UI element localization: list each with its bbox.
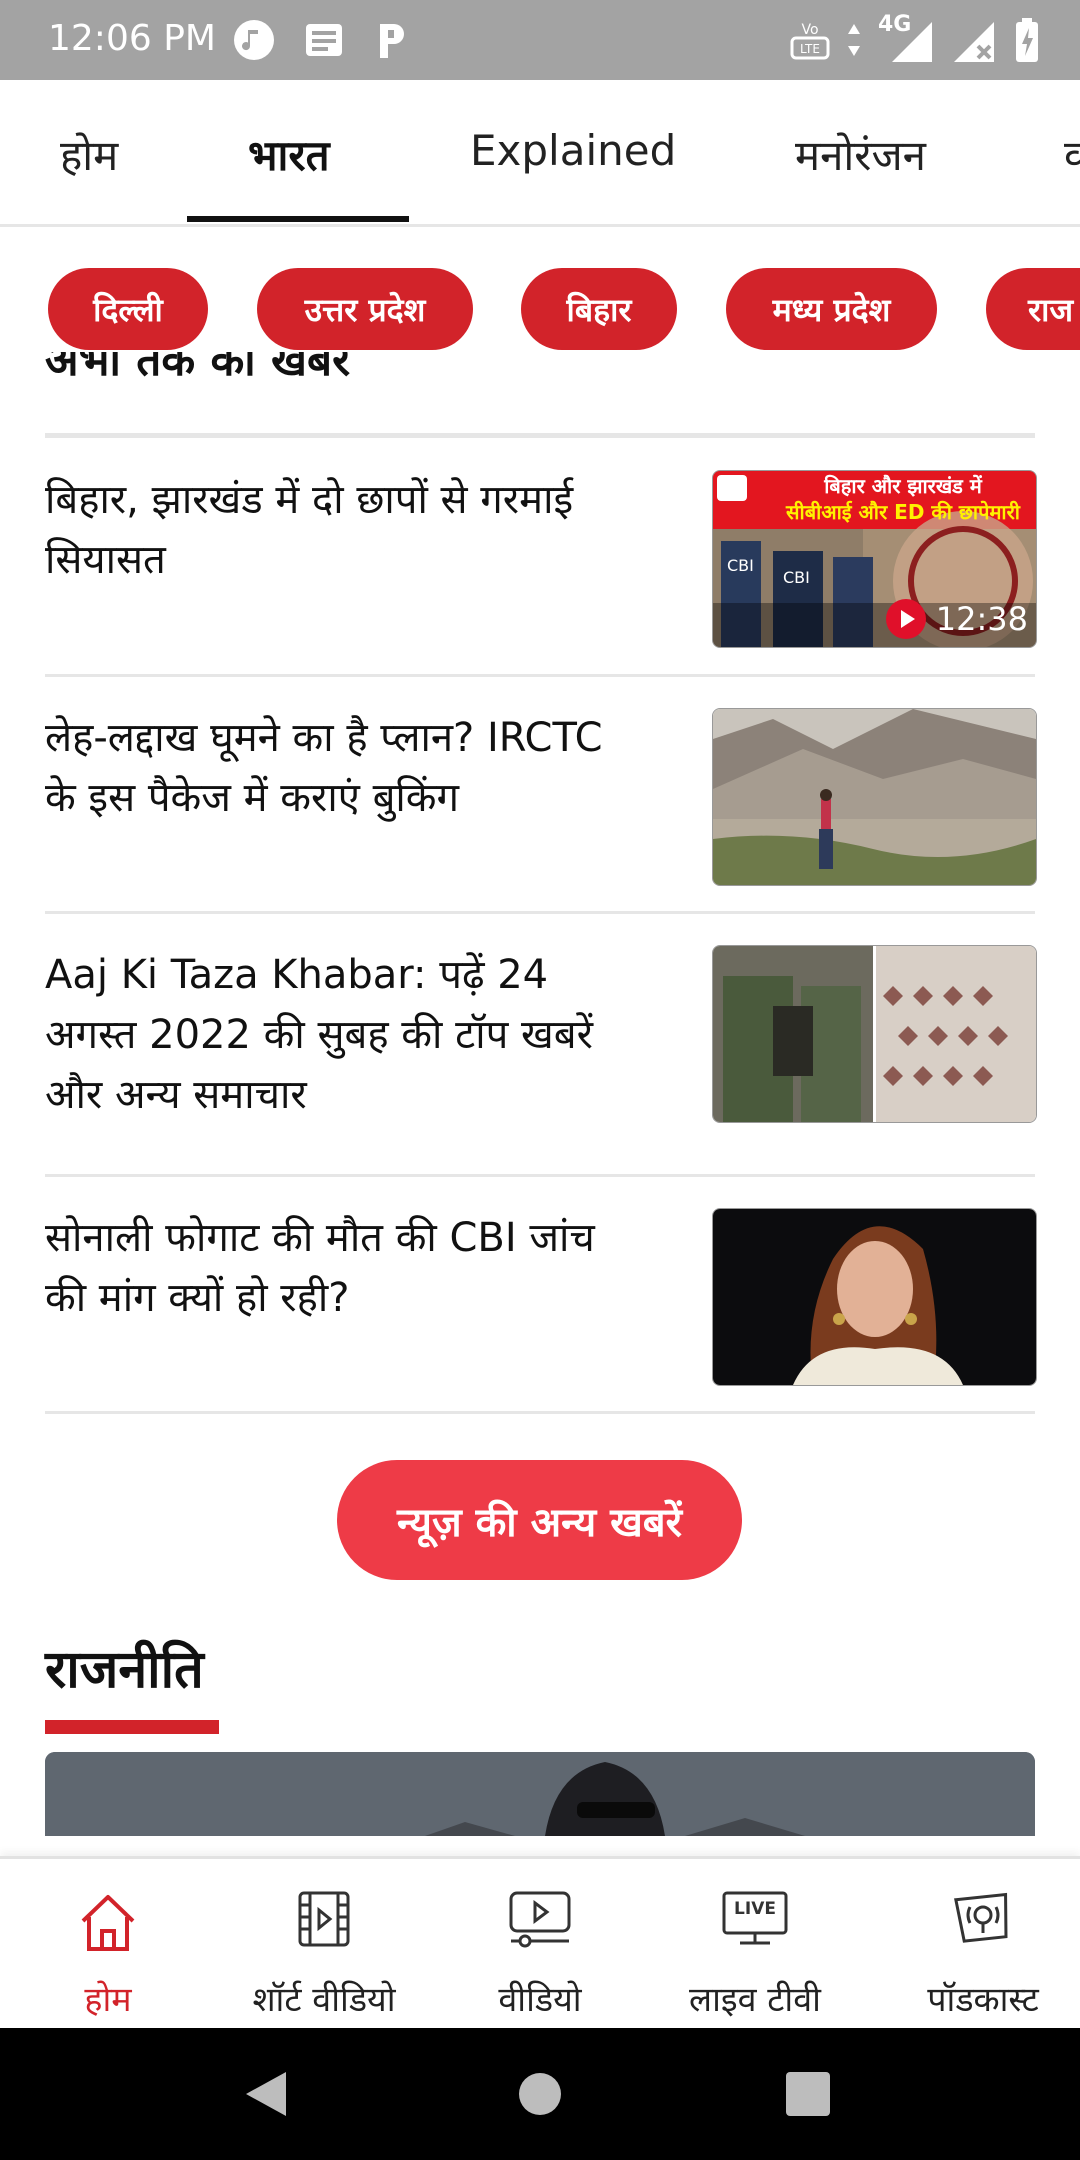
news-collage-image	[713, 946, 1036, 1122]
video-icon	[509, 1891, 571, 1948]
chip-delhi[interactable]: दिल्ली	[48, 268, 208, 350]
svg-text:CBI: CBI	[783, 568, 810, 587]
nav-home[interactable]: होम	[28, 1859, 188, 2031]
back-icon[interactable]	[242, 2070, 290, 2118]
svg-text:CBI: CBI	[727, 556, 754, 575]
ladakh-landscape-image	[713, 709, 1036, 885]
news-item[interactable]: Aaj Ki Taza Khabar: पढ़ें 24 अगस्त 2022 …	[45, 945, 1037, 1123]
status-time: 12:06 PM	[48, 18, 216, 59]
svg-text:Vo: Vo	[801, 22, 818, 38]
news-title[interactable]: सोनाली फोगाट की मौत की CBI जांच की मांग …	[45, 1208, 645, 1328]
news-item[interactable]: सोनाली फोगाट की मौत की CBI जांच की मांग …	[45, 1208, 1037, 1386]
network-4g-icon: 4G	[878, 12, 932, 64]
divider	[45, 1411, 1035, 1414]
active-tab-indicator	[187, 216, 409, 222]
battery-charging-icon	[1016, 18, 1038, 62]
recents-icon[interactable]	[786, 2072, 830, 2116]
divider	[45, 674, 1035, 677]
chip-uttar-pradesh[interactable]: उत्तर प्रदेश	[257, 268, 473, 350]
state-chip-row: दिल्ली उत्तर प्रदेश बिहार मध्य प्रदेश रा…	[0, 264, 1080, 352]
news-item[interactable]: बिहार, झारखंड में दो छापों से गरमाई सिया…	[45, 470, 1037, 648]
music-icon	[234, 20, 274, 60]
chip-madhya-pradesh[interactable]: मध्य प्रदेश	[726, 268, 937, 350]
politics-lead-image[interactable]	[45, 1752, 1035, 1836]
status-right-icons: Vo LTE 4G	[790, 12, 1040, 68]
volte-icon: Vo LTE	[790, 22, 830, 60]
short-video-icon	[298, 1891, 350, 1947]
news-title[interactable]: लेह-लद्दाख घूमने का है प्लान? IRCTC के इ…	[45, 708, 645, 828]
news-icon	[306, 24, 342, 56]
tab-home[interactable]: होम	[60, 126, 118, 183]
data-arrows-icon	[848, 24, 860, 56]
status-bar: 12:06 PM Vo LTE 4G	[0, 0, 1080, 80]
tab-manoranjan[interactable]: मनोरंजन	[795, 126, 926, 183]
nav-label: शॉर्ट वीडियो	[252, 1980, 396, 2020]
nav-video[interactable]: वीडियो	[460, 1859, 620, 2031]
news-title[interactable]: बिहार, झारखंड में दो छापों से गरमाई सिया…	[45, 470, 645, 590]
tab-bharat[interactable]: भारत	[248, 126, 330, 183]
signal-x-icon	[954, 22, 994, 62]
tab-next[interactable]: व	[1064, 126, 1080, 183]
nav-label: पॉडकास्ट	[927, 1980, 1039, 2020]
section-title-underline	[45, 1720, 219, 1734]
video-duration-badge: 12:38	[885, 597, 1028, 641]
home-circle-icon[interactable]	[518, 2072, 562, 2116]
thumbnail-caption: बिहार और झारखंड में सीबीआई और ED की छापे…	[786, 474, 1020, 524]
nav-label: होम	[84, 1980, 132, 2020]
politics-photo	[45, 1752, 1035, 1836]
nav-live-tv[interactable]: LIVE लाइव टीवी	[670, 1859, 840, 2031]
divider	[45, 911, 1035, 914]
nav-short-video[interactable]: शॉर्ट वीडियो	[228, 1859, 420, 2031]
nav-label: लाइव टीवी	[689, 1980, 821, 2020]
play-icon	[885, 599, 926, 639]
partial-section-heading: अभी तक की खबरें	[45, 352, 351, 386]
divider	[45, 433, 1035, 438]
live-tv-icon: LIVE	[720, 1889, 790, 1947]
portrait-image	[713, 1209, 1036, 1385]
podcast-icon	[954, 1892, 1008, 1943]
system-navigation-bar	[0, 2028, 1080, 2160]
tab-explained[interactable]: Explained	[470, 126, 676, 175]
chip-bihar[interactable]: बिहार	[521, 268, 677, 350]
signal-icon	[892, 22, 932, 62]
divider	[45, 1174, 1035, 1177]
news-item[interactable]: लेह-लद्दाख घूमने का है प्लान? IRCTC के इ…	[45, 708, 1037, 886]
news-thumbnail[interactable]	[712, 708, 1037, 886]
section-title: राजनीति	[45, 1640, 204, 1700]
bottom-navigation: होम शॉर्ट वीडियो वीडियो LIVE लाइव टीवी प…	[0, 1856, 1080, 2031]
p-icon	[380, 24, 404, 58]
news-thumbnail[interactable]	[712, 1208, 1037, 1386]
category-tab-bar: होम भारत Explained मनोरंजन व	[0, 80, 1080, 227]
news-thumbnail-video[interactable]: CBI CBI बिहार और झारखंड में सीबीआई और ED…	[712, 470, 1037, 648]
chip-rajasthan[interactable]: राज	[986, 268, 1080, 350]
nav-label: वीडियो	[498, 1980, 582, 2020]
home-icon	[81, 1895, 135, 1951]
more-news-button[interactable]: न्यूज़ की अन्य खबरें	[337, 1460, 742, 1580]
news-thumbnail[interactable]	[712, 945, 1037, 1123]
nav-podcast[interactable]: पॉडकास्ट	[898, 1859, 1068, 2031]
news-title[interactable]: Aaj Ki Taza Khabar: पढ़ें 24 अगस्त 2022 …	[45, 945, 645, 1125]
svg-text:LTE: LTE	[800, 42, 820, 56]
